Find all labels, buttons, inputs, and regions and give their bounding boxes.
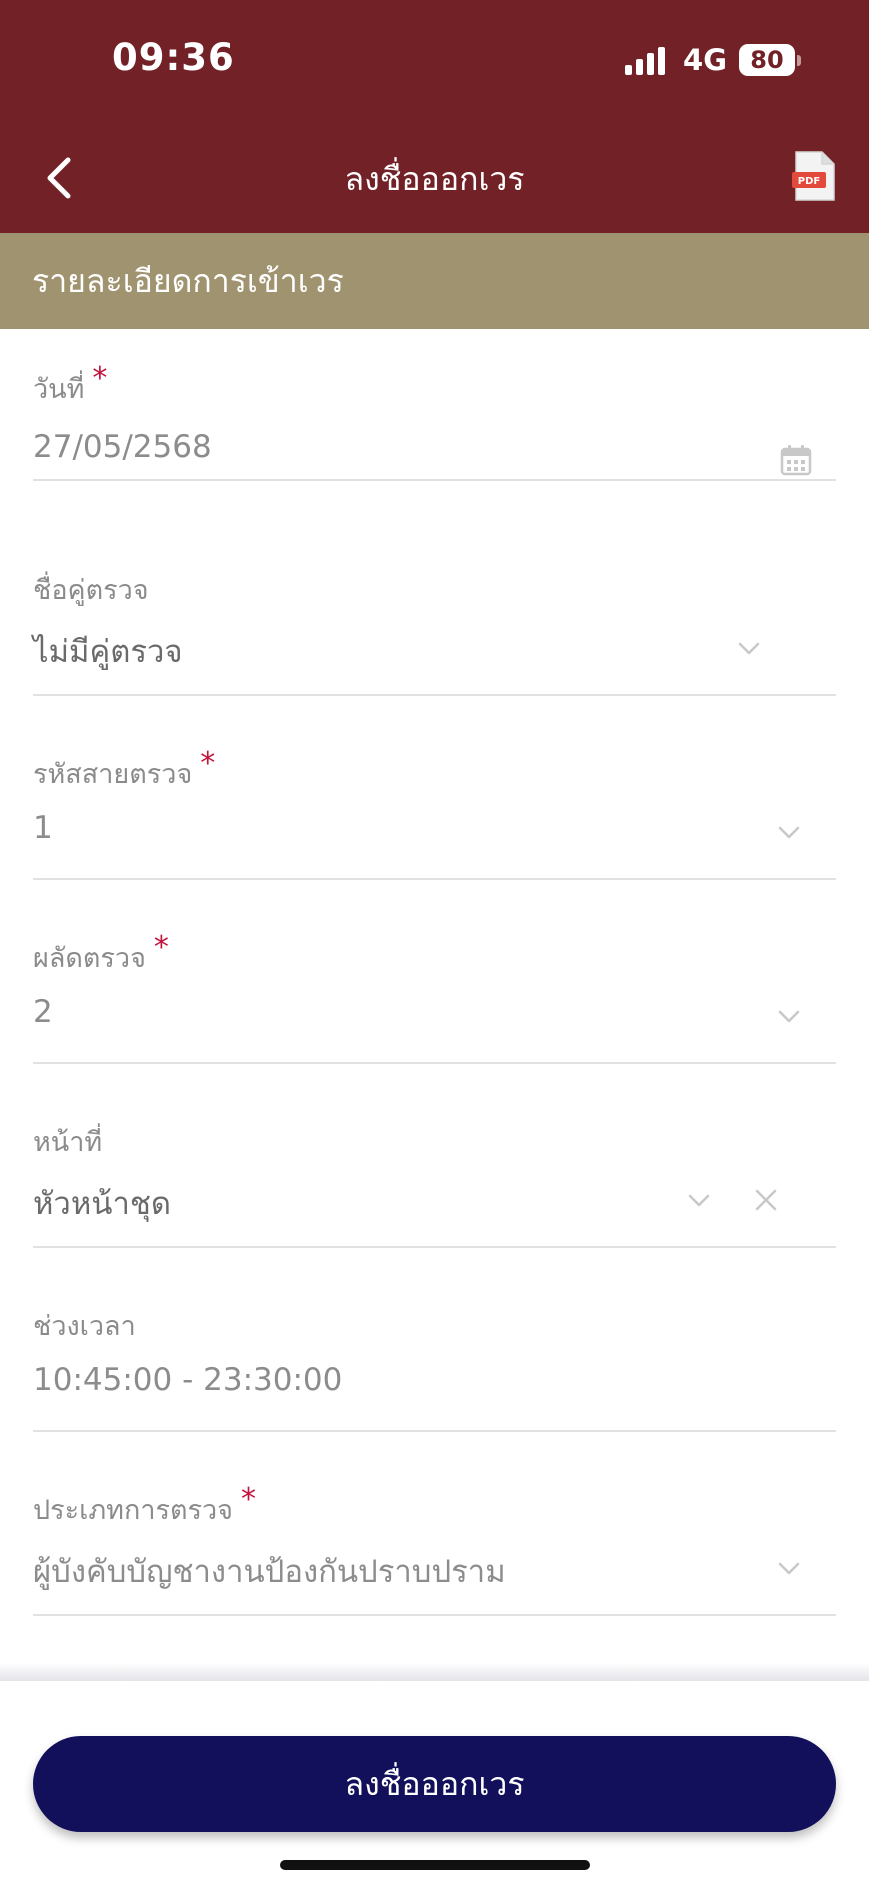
status-indicators: 4G 80 — [625, 40, 801, 80]
required-marker: * — [241, 1482, 256, 1517]
time-range-field: ช่วงเวลา 10:45:00 - 23:30:00 — [33, 1249, 836, 1432]
field-underline — [33, 694, 836, 696]
inspection-type-select[interactable]: ประเภทการตรวจ * ผู้บังคับบัญชางานป้องกันป… — [33, 1433, 836, 1616]
shift-value: 2 — [33, 994, 53, 1030]
close-icon — [755, 1189, 777, 1211]
cellular-signal-icon — [625, 45, 669, 75]
sign-out-shift-button[interactable]: ลงชื่อออกเวร — [33, 1736, 836, 1832]
field-label-duty: หน้าที่ — [33, 1127, 103, 1158]
field-underline — [33, 1246, 836, 1248]
shift-dropdown-toggle[interactable] — [773, 1005, 805, 1029]
field-label-inspection-type: ประเภทการตรวจ * — [33, 1482, 256, 1526]
partner-dropdown-toggle[interactable] — [733, 637, 765, 661]
partner-value: ไม่มีคู่ตรวจ — [33, 634, 183, 670]
page-title: ลงชื่อออกเวร — [344, 160, 525, 198]
inspection-type-dropdown-toggle[interactable] — [773, 1557, 805, 1581]
patrol-code-dropdown-toggle[interactable] — [773, 821, 805, 845]
field-label-partner: ชื่อคู่ตรวจ — [33, 575, 149, 606]
inspection-type-value: ผู้บังคับบัญชางานป้องกันปราบปราม — [33, 1554, 506, 1590]
footer-divider — [0, 1663, 869, 1681]
pdf-icon-label: PDF — [798, 176, 820, 187]
date-value: 27/05/2568 — [33, 429, 212, 465]
field-label-date: วันที่ * — [33, 361, 108, 405]
chevron-down-icon — [778, 1010, 800, 1023]
patrol-code-value: 1 — [33, 810, 53, 846]
battery-icon: 80 — [739, 44, 801, 76]
field-label-shift: ผลัดตรวจ * — [33, 930, 169, 974]
chevron-down-icon — [778, 826, 800, 839]
time-range-value: 10:45:00 - 23:30:00 — [33, 1362, 343, 1398]
duty-value: หัวหน้าชุด — [33, 1186, 172, 1222]
pdf-export-button[interactable]: PDF — [792, 150, 836, 202]
navigation-bar: ลงชื่อออกเวร PDF — [0, 140, 869, 220]
duty-dropdown-toggle[interactable] — [683, 1189, 715, 1213]
pdf-file-icon: PDF — [792, 151, 835, 201]
calendar-icon — [780, 445, 812, 476]
field-label-time-range: ช่วงเวลา — [33, 1311, 136, 1342]
field-underline — [33, 1430, 836, 1432]
home-indicator[interactable] — [280, 1860, 590, 1870]
status-time: 09:36 — [112, 36, 235, 79]
field-underline — [33, 878, 836, 880]
chevron-down-icon — [738, 642, 760, 655]
chevron-down-icon — [688, 1194, 710, 1207]
date-field[interactable]: วันที่ * 27/05/2568 — [33, 329, 836, 481]
battery-level: 80 — [750, 46, 784, 74]
top-app-bar: 09:36 4G 80 ลงชื่อออกเวร PDF — [0, 0, 869, 233]
required-marker: * — [153, 930, 169, 965]
required-marker: * — [200, 746, 216, 781]
shift-select[interactable]: ผลัดตรวจ * 2 — [33, 881, 836, 1064]
field-underline — [33, 1062, 836, 1064]
footer-bar: ลงชื่อออกเวร — [0, 1681, 869, 1884]
patrol-code-select[interactable]: รหัสสายตรวจ * 1 — [33, 697, 836, 880]
section-title: รายละเอียดการเข้าเวร — [0, 233, 869, 329]
calendar-button[interactable] — [778, 442, 814, 478]
network-type: 4G — [683, 43, 727, 77]
partner-select[interactable]: ชื่อคู่ตรวจ ไม่มีคู่ตรวจ — [33, 513, 836, 696]
duty-select[interactable]: หน้าที่ หัวหน้าชุด — [33, 1065, 836, 1248]
field-label-patrol-code: รหัสสายตรวจ * — [33, 746, 216, 790]
field-underline — [33, 1614, 836, 1616]
duty-clear-button[interactable] — [749, 1183, 783, 1217]
required-marker: * — [92, 361, 108, 396]
chevron-down-icon — [778, 1562, 800, 1575]
field-underline — [33, 479, 836, 481]
